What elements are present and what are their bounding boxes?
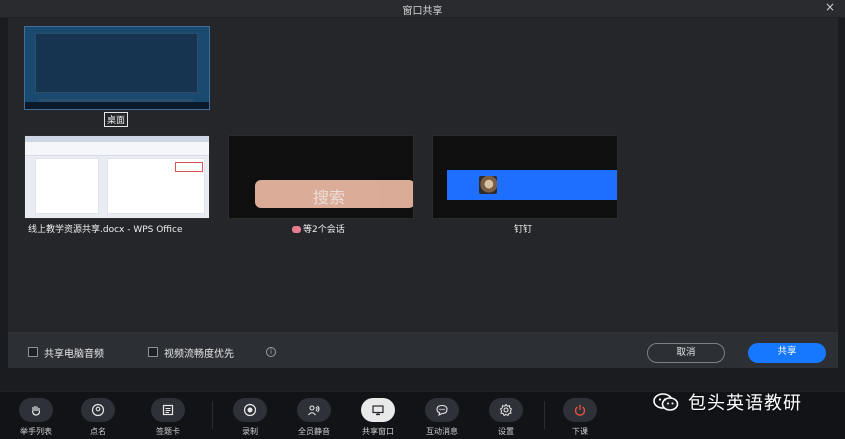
power-icon[interactable] — [563, 398, 597, 422]
wps-page-preview — [35, 158, 99, 214]
toolbar-raise-hand[interactable]: 举手列表 — [8, 398, 64, 438]
source-chat[interactable]: 搜索 等2个会话 — [228, 135, 416, 235]
desktop-taskbar-preview — [25, 102, 209, 109]
share-audio-checkbox[interactable] — [28, 347, 38, 357]
desktop-thumbnail[interactable] — [24, 26, 210, 110]
toolbar-label-record: 录制 — [242, 427, 258, 436]
toolbar-separator — [544, 401, 545, 429]
gear-icon[interactable] — [489, 398, 523, 422]
share-audio-label: 共享电脑音频 — [44, 349, 104, 360]
desktop-window-preview — [35, 33, 198, 93]
watermark-text: 包头英语教研 — [688, 393, 802, 414]
source-desktop[interactable]: 桌面 — [24, 26, 212, 127]
dingtalk-thumbnail[interactable] — [432, 135, 618, 219]
hand-icon[interactable] — [19, 398, 53, 422]
chat-preview: 搜索 — [229, 136, 413, 218]
toolbar-mute-all[interactable]: 全员静音 — [286, 398, 342, 438]
toolbar-share-window[interactable]: 共享窗口 — [350, 398, 406, 438]
chat-thumbnail[interactable]: 搜索 — [228, 135, 414, 219]
share-screen-icon[interactable] — [361, 398, 395, 422]
chat-search-card: 搜索 — [255, 180, 413, 208]
dingtalk-avatar — [479, 176, 497, 194]
video-priority-checkbox[interactable] — [148, 347, 158, 357]
cancel-button[interactable]: 取消 — [647, 343, 725, 363]
toolbar-settings[interactable]: 设置 — [478, 398, 534, 438]
wechat-icon — [652, 392, 680, 412]
toolbar-label-share-window: 共享窗口 — [362, 427, 394, 436]
wps-preview — [25, 136, 209, 218]
toolbar-end-class[interactable]: 下课 — [552, 398, 608, 438]
toolbar-label-raise-hand: 举手列表 — [20, 427, 52, 436]
toolbar-record[interactable]: 录制 — [222, 398, 278, 438]
window-title: 窗口共享 — [402, 6, 443, 17]
toolbar-label-roll-call: 点名 — [90, 427, 106, 436]
source-label-dingtalk: 钉钉 — [514, 225, 533, 235]
toolbar-label-mute-all: 全员静音 — [298, 427, 330, 436]
info-icon[interactable]: i — [266, 347, 276, 357]
toolbar-separator — [212, 401, 213, 429]
toolbar-label-settings: 设置 — [498, 427, 514, 436]
record-icon[interactable] — [233, 398, 267, 422]
roll-call-icon[interactable] — [81, 398, 115, 422]
card-icon[interactable] — [151, 398, 185, 422]
wps-ribbon-preview — [25, 142, 209, 156]
chat-icon[interactable] — [425, 398, 459, 422]
dingtalk-blue-area — [447, 170, 617, 200]
source-wps[interactable]: 线上教学资源共享.docx - WPS Office — [24, 135, 212, 235]
share-button[interactable]: 共享 — [748, 343, 826, 363]
share-footer: 共享电脑音频 视频流畅度优先 i 取消 共享 — [8, 332, 838, 368]
source-label-wps: 线上教学资源共享.docx - WPS Office — [28, 225, 183, 235]
wps-thumbnail[interactable] — [24, 135, 210, 219]
source-label-chat-text: 等2个会话 — [303, 225, 345, 235]
toolbar-roll-call[interactable]: 点名 — [70, 398, 126, 438]
toolbar-card[interactable]: 签题卡 — [140, 398, 196, 438]
toolbar-label-end-class: 下课 — [572, 427, 588, 436]
toolbar-label-card: 签题卡 — [156, 427, 180, 436]
wps-highlight-preview — [175, 162, 203, 172]
wechat-watermark: 包头英语教研 — [652, 388, 842, 416]
video-priority-label: 视频流畅度优先 — [164, 349, 234, 360]
chat-search-text: 搜索 — [313, 188, 346, 207]
toolbar-label-chat: 互动消息 — [426, 427, 458, 436]
toolbar-chat[interactable]: 互动消息 — [414, 398, 470, 438]
share-panel: 桌面 线上教学资源共享.docx - WPS Office 搜索 等2个会话 钉… — [8, 18, 838, 364]
chat-app-icon — [292, 226, 301, 233]
source-label-desktop: 桌面 — [104, 112, 129, 127]
dingtalk-preview — [433, 136, 617, 218]
desktop-preview — [25, 27, 209, 109]
source-dingtalk[interactable]: 钉钉 — [432, 135, 620, 235]
source-label-chat: 等2个会话 — [292, 222, 345, 235]
close-icon[interactable]: × — [825, 0, 835, 14]
mute-all-icon[interactable] — [297, 398, 331, 422]
title-bar: 窗口共享 × — [0, 0, 845, 18]
